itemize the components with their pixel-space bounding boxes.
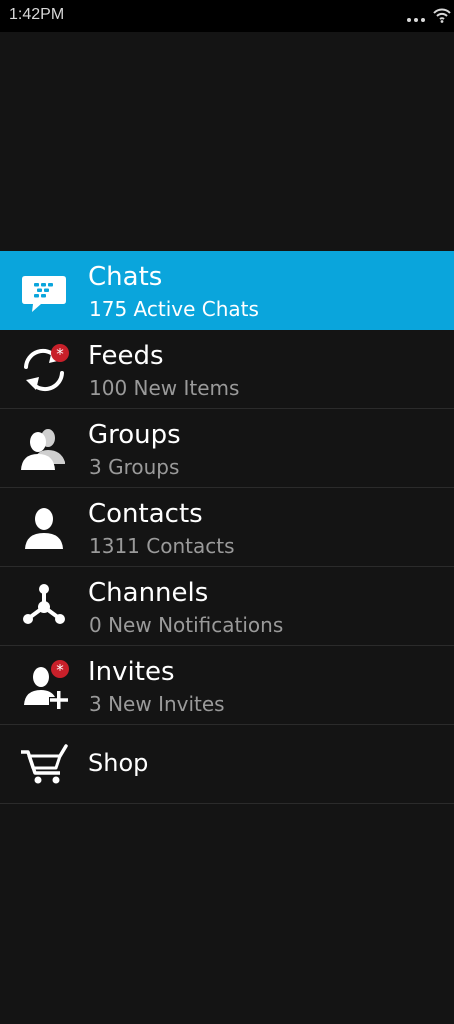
menu-item-title: Channels bbox=[88, 578, 209, 608]
menu-item-contacts[interactable]: Contacts 1311 Contacts bbox=[0, 488, 454, 567]
feeds-sync-icon: * bbox=[16, 343, 72, 395]
menu-item-subtitle: 1311 Contacts bbox=[89, 534, 235, 558]
menu-item-title: Shop bbox=[88, 749, 149, 777]
menu-item-shop[interactable]: Shop bbox=[0, 725, 454, 804]
groups-icon bbox=[16, 422, 72, 474]
wifi-icon bbox=[432, 7, 452, 23]
menu-item-chats[interactable]: Chats 175 Active Chats bbox=[0, 251, 454, 330]
menu-item-channels[interactable]: Channels 0 New Notifications bbox=[0, 567, 454, 646]
shopping-cart-icon bbox=[16, 738, 72, 790]
menu-item-subtitle: 175 Active Chats bbox=[89, 297, 259, 321]
menu-item-invites[interactable]: * Invites 3 New Invites bbox=[0, 646, 454, 725]
main-menu: Chats 175 Active Chats * Feeds 100 New I… bbox=[0, 251, 454, 804]
more-dots-icon bbox=[407, 18, 427, 22]
status-time: 1:42PM bbox=[9, 6, 65, 23]
channels-icon bbox=[16, 580, 72, 632]
menu-item-subtitle: 3 Groups bbox=[89, 455, 180, 479]
menu-item-title: Feeds bbox=[88, 341, 164, 371]
menu-item-subtitle: 100 New Items bbox=[89, 376, 240, 400]
menu-item-title: Invites bbox=[88, 657, 175, 687]
contact-icon bbox=[16, 501, 72, 553]
menu-item-groups[interactable]: Groups 3 Groups bbox=[0, 409, 454, 488]
svg-text:*: * bbox=[56, 345, 64, 363]
menu-item-subtitle: 0 New Notifications bbox=[89, 613, 284, 637]
chat-bubble-icon bbox=[16, 264, 72, 316]
svg-text:*: * bbox=[56, 661, 64, 679]
menu-item-feeds[interactable]: * Feeds 100 New Items bbox=[0, 330, 454, 409]
menu-item-title: Chats bbox=[88, 262, 163, 292]
invite-contact-icon: * bbox=[16, 659, 72, 711]
menu-item-title: Contacts bbox=[88, 499, 203, 529]
status-bar: 1:42PM bbox=[0, 0, 454, 32]
menu-item-subtitle: 3 New Invites bbox=[89, 692, 225, 716]
menu-item-title: Groups bbox=[88, 420, 181, 450]
